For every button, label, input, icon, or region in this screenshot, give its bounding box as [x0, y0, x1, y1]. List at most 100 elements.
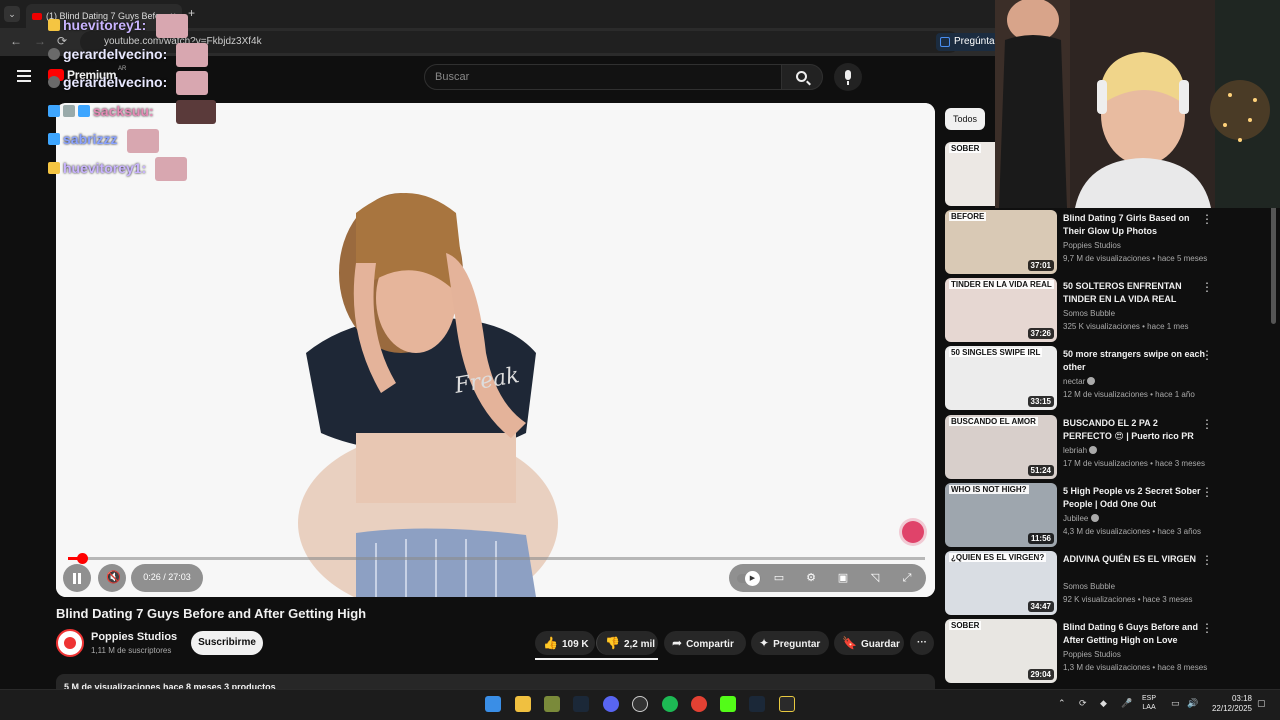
sidebar-scrollbar[interactable]	[1271, 200, 1276, 324]
video-thumbnail[interactable]: 50 SINGLES SWIPE IRL 33:15	[945, 346, 1057, 411]
more-actions-button[interactable]: ···	[910, 631, 934, 655]
tray-sync-icon[interactable]: ⟳	[1079, 698, 1087, 709]
recommendation-channel[interactable]: Poppies Studios	[1063, 650, 1121, 659]
recommendation-item[interactable]: BUSCANDO EL AMOR 51:24 BUSCANDO EL 2 PA 2 …	[945, 414, 1270, 479]
recommendation-title[interactable]: ADIVINA QUIÉN ES EL VIRGEN	[1063, 553, 1208, 566]
recommendation-item[interactable]: SOBER 29:04 Blind Dating 6 Guys Before and…	[945, 619, 1270, 684]
clock-date: 22/12/2025	[1211, 704, 1252, 713]
video-thumbnail[interactable]: TINDER EN LA VIDA REAL 37:26	[945, 278, 1057, 343]
forward-button[interactable]: →	[34, 34, 46, 48]
dislike-button[interactable]: 👎 2,2 mil	[596, 631, 658, 655]
video-thumbnail[interactable]: WHO IS NOT HIGH? 11:56	[945, 482, 1057, 547]
search-input[interactable]: Buscar	[424, 64, 782, 90]
app-icon[interactable]	[779, 696, 795, 712]
steam-alt-icon[interactable]	[749, 696, 765, 712]
recommendation-item[interactable]: ¿QUIEN ES EL VIRGEN? 34:47 ADIVINA QUIÉN E…	[945, 551, 1270, 615]
voice-search-button[interactable]	[834, 63, 862, 91]
recommendation-title[interactable]: 50 more strangers swipe on each other	[1063, 348, 1208, 374]
video-thumbnail[interactable]: BUSCANDO EL AMOR 51:24	[945, 414, 1057, 479]
video-thumbnail[interactable]: BEFORE 37:01	[945, 210, 1057, 274]
ask-button[interactable]: ✦ Preguntar	[751, 631, 829, 655]
subtitles-icon[interactable]: ▭	[771, 570, 787, 586]
progress-bar[interactable]	[68, 553, 925, 564]
recommendation-title[interactable]: 5 High People vs 2 Secret Sober People |…	[1063, 485, 1208, 511]
more-options-icon[interactable]: ⋮	[1201, 417, 1213, 431]
chat-message: huevitorey1:	[48, 160, 146, 176]
more-options-icon[interactable]: ⋮	[1201, 485, 1213, 499]
chip-all[interactable]: Todos	[945, 108, 986, 130]
like-button[interactable]: 👍 109 K	[535, 631, 595, 655]
video-duration: 29:04	[1027, 669, 1054, 681]
recommendation-channel[interactable]: Poppies Studios	[1063, 241, 1121, 250]
recommendation-title[interactable]: BUSCANDO EL 2 PA 2 PERFECTO 😍 | Puerto r…	[1063, 417, 1208, 443]
channel-avatar[interactable]	[56, 629, 84, 657]
steam-icon[interactable]	[573, 696, 589, 712]
more-options-icon[interactable]: ⋮	[1201, 212, 1213, 226]
video-thumbnail[interactable]: ¿QUIEN ES EL VIRGEN? 34:47	[945, 551, 1057, 615]
subscribe-button[interactable]: Suscribirme	[191, 631, 263, 655]
settings-gear-icon[interactable]: ⚙	[803, 570, 819, 586]
new-tab-button[interactable]: +	[188, 6, 195, 20]
tray-chevron-icon[interactable]: ⌃	[1058, 698, 1066, 709]
video-player[interactable]: Freak 🔇 0:26 / 27:03 ▶ ▭ ⚙ ▣ ◹ ⤢	[56, 103, 935, 597]
volume-icon[interactable]: 🔊	[1187, 698, 1198, 709]
recommendation-item[interactable]: 50 SINGLES SWIPE IRL 33:15 50 more strange…	[945, 346, 1270, 411]
more-options-icon[interactable]: ⋮	[1201, 621, 1213, 635]
recommendation-channel[interactable]: lebriah	[1063, 445, 1098, 455]
verified-icon	[1089, 445, 1098, 454]
cast-icon[interactable]: ◹	[867, 570, 883, 586]
clock[interactable]: 03:18 22/12/2025	[1206, 694, 1252, 714]
video-thumbnail[interactable]: SOBER 29:04	[945, 619, 1057, 684]
ask-label: Preguntar	[773, 639, 821, 650]
recommendation-channel[interactable]: nectar	[1063, 377, 1096, 386]
more-options-icon[interactable]: ⋮	[1201, 553, 1213, 567]
tray-mic-icon[interactable]: 🎤	[1121, 698, 1132, 709]
chat-username: gerardelvecino:	[63, 46, 168, 62]
chat-badge-icon	[63, 105, 75, 117]
more-options-icon[interactable]: ⋮	[1201, 348, 1213, 362]
chat-message: sacksuu:	[48, 103, 154, 119]
language-indicator[interactable]: ESP LAA	[1142, 694, 1156, 712]
recommendation-channel[interactable]: Somos Bubble	[1063, 582, 1115, 591]
spotify-icon[interactable]	[662, 696, 678, 712]
recommendation-meta: 4,3 M de visualizaciones • hace 3 años	[1063, 526, 1201, 536]
recommendation-title[interactable]: Blind Dating 6 Guys Before and After Get…	[1063, 621, 1208, 647]
recommendation-item[interactable]: TINDER EN LA VIDA REAL 37:26 50 SOLTEROS E…	[945, 278, 1270, 343]
recommendation-item[interactable]: WHO IS NOT HIGH? 11:56 5 High People vs 2 …	[945, 482, 1270, 547]
recommendation-channel[interactable]: Jubilee	[1063, 513, 1099, 523]
channel-name[interactable]: Poppies Studios	[91, 631, 177, 643]
minecraft-icon[interactable]	[544, 696, 560, 712]
more-options-icon[interactable]: ⋮	[1201, 280, 1213, 294]
recommendation-title[interactable]: Blind Dating 7 Girls Based on Their Glow…	[1063, 212, 1208, 238]
autoplay-toggle[interactable]: ▶	[737, 571, 761, 586]
share-button[interactable]: ➦ Compartir	[664, 631, 746, 655]
chat-message: gerardelvecino:	[48, 74, 167, 90]
recommendation-title[interactable]: 50 SOLTEROS ENFRENTAN TINDER EN LA VIDA …	[1063, 280, 1208, 306]
miniplayer-icon[interactable]: ▣	[835, 570, 851, 586]
pause-button[interactable]	[63, 564, 91, 592]
tab-search-button[interactable]: ⌄	[4, 6, 20, 22]
mute-button[interactable]: 🔇	[98, 564, 126, 592]
chat-username: gerardelvecino:	[63, 74, 168, 90]
network-icon[interactable]: ▭	[1171, 698, 1180, 709]
obs-icon[interactable]	[632, 696, 648, 712]
fullscreen-icon[interactable]: ⤢	[899, 570, 915, 586]
save-button[interactable]: 🔖 Guardar	[834, 631, 904, 655]
tray-shield-icon[interactable]: ◆	[1100, 698, 1107, 709]
chrome-icon[interactable]	[691, 696, 707, 712]
thumbnail-label: BUSCANDO EL AMOR	[949, 416, 1038, 426]
recommendation-channel[interactable]: Somos Bubble	[1063, 309, 1115, 318]
recommendation-item[interactable]: BEFORE 37:01 Blind Dating 7 Girls Based on…	[945, 210, 1270, 274]
kick-icon[interactable]	[720, 696, 736, 712]
search-button[interactable]	[781, 64, 823, 90]
back-button[interactable]: ←	[10, 34, 22, 48]
youtube-favicon-icon	[32, 12, 42, 20]
menu-icon[interactable]	[17, 70, 31, 82]
chat-message: sabrizzz	[48, 131, 117, 147]
address-bar[interactable]: youtube.com/watch?v=Fkbjdz3Xf4k	[80, 31, 960, 53]
progress-scrubber[interactable]	[76, 553, 88, 564]
notifications-icon[interactable]: ▢	[1257, 698, 1266, 709]
windows-start-icon[interactable]	[485, 696, 501, 712]
discord-icon[interactable]	[603, 696, 619, 712]
file-explorer-icon[interactable]	[515, 696, 531, 712]
